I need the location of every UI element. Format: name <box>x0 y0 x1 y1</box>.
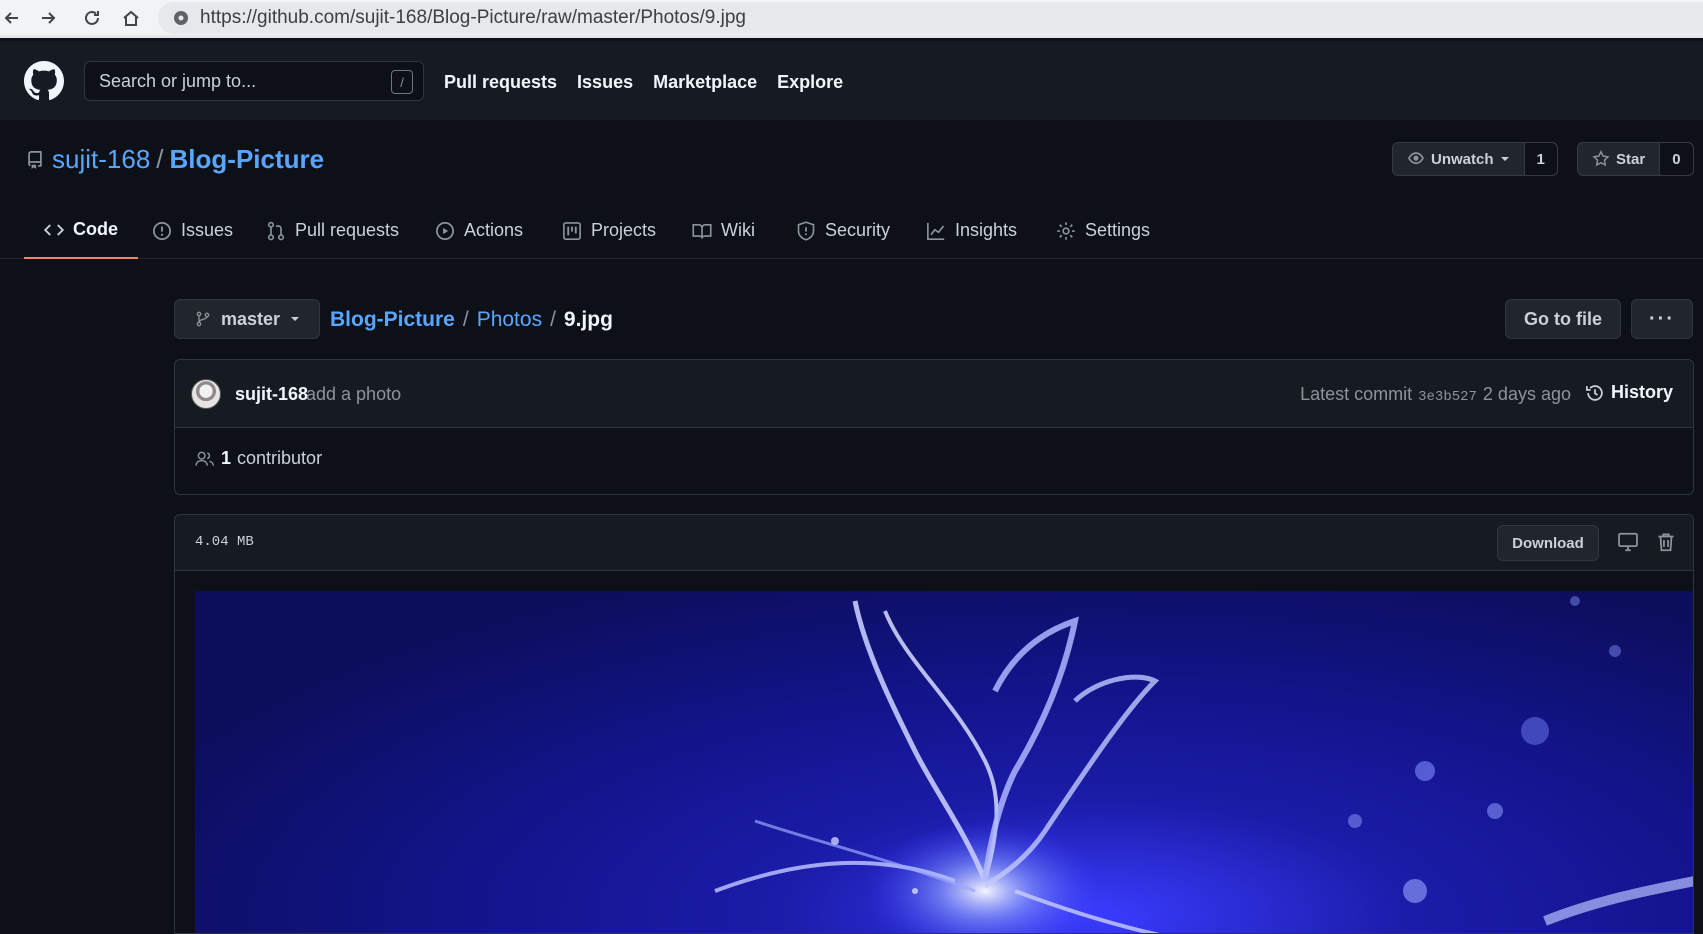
tab-settings[interactable]: Settings <box>1056 202 1150 259</box>
code-icon <box>44 220 64 240</box>
download-button[interactable]: Download <box>1497 525 1599 561</box>
pull-request-icon <box>266 221 286 241</box>
repo-name-link[interactable]: Blog-Picture <box>170 144 325 174</box>
nav-pull-requests[interactable]: Pull requests <box>444 72 557 93</box>
unwatch-label: Unwatch <box>1431 150 1494 168</box>
search-shortcut-key: / <box>391 70 413 94</box>
commit-author-link[interactable]: sujit-168 <box>235 384 308 405</box>
tab-projects[interactable]: Projects <box>562 202 656 259</box>
nav-marketplace[interactable]: Marketplace <box>653 72 757 93</box>
file-header: 4.04 MB Download <box>175 515 1693 571</box>
search-placeholder: Search or jump to... <box>99 70 257 91</box>
avatar[interactable] <box>191 379 221 409</box>
nav-explore[interactable]: Explore <box>777 72 843 93</box>
star-icon <box>1592 150 1610 168</box>
breadcrumb-separator: / <box>462 308 469 331</box>
repo-nav: Code Issues Pull requests Actions Projec… <box>0 202 1703 259</box>
water-splash-image <box>714 596 1693 933</box>
star-count[interactable]: 0 <box>1660 142 1694 176</box>
tab-issues-label: Issues <box>181 220 234 240</box>
project-icon <box>562 221 582 241</box>
global-nav: Pull requests Issues Marketplace Explore <box>444 72 843 93</box>
github-logo-icon[interactable] <box>24 61 64 101</box>
tab-code[interactable]: Code <box>24 202 138 259</box>
tab-pull-requests[interactable]: Pull requests <box>266 202 399 259</box>
tab-insights-label: Insights <box>955 220 1018 240</box>
breadcrumb-folder-link[interactable]: Photos <box>477 308 542 332</box>
commit-meta: Latest commit 3e3b527 2 days ago <box>1300 384 1571 405</box>
tab-settings-label: Settings <box>1085 220 1151 240</box>
unwatch-button[interactable]: Unwatch <box>1392 142 1525 176</box>
breadcrumb-repo-link[interactable]: Blog-Picture <box>330 308 455 332</box>
tab-code-label: Code <box>73 219 118 239</box>
graph-icon <box>926 221 946 241</box>
tab-insights[interactable]: Insights <box>926 202 1017 259</box>
caret-down-icon <box>1500 154 1510 164</box>
breadcrumb-current-file: 9.jpg <box>563 308 613 331</box>
trash-icon[interactable] <box>1655 531 1679 555</box>
commit-info-box: sujit-168 add a photo Latest commit 3e3b… <box>174 359 1694 495</box>
star-button-group: Star 0 <box>1577 142 1694 176</box>
shield-icon <box>796 220 816 241</box>
tab-actions[interactable]: Actions <box>435 202 523 259</box>
more-options-button[interactable]: ··· <box>1631 299 1693 339</box>
nav-issues[interactable]: Issues <box>577 72 633 93</box>
commit-age: 2 days ago <box>1482 384 1571 404</box>
go-to-file-button[interactable]: Go to file <box>1505 299 1621 339</box>
repo-title: sujit-168/Blog-Picture <box>52 144 324 175</box>
watch-count[interactable]: 1 <box>1524 142 1558 176</box>
tab-pull-requests-label: Pull requests <box>295 220 400 240</box>
browser-toolbar: https://github.com/sujit-168/Blog-Pictur… <box>0 0 1703 38</box>
tab-security[interactable]: Security <box>796 202 890 259</box>
history-icon <box>1585 383 1605 403</box>
history-label: History <box>1610 382 1673 402</box>
tab-projects-label: Projects <box>591 220 657 240</box>
issue-icon <box>152 221 172 241</box>
latest-commit-label: Latest commit <box>1300 384 1413 404</box>
github-header: Search or jump to... / Pull requests Iss… <box>0 41 1703 120</box>
gear-icon <box>1056 221 1076 241</box>
tab-actions-label: Actions <box>464 220 524 240</box>
branch-select-button[interactable]: master <box>174 299 320 339</box>
star-button[interactable]: Star <box>1577 142 1661 176</box>
search-input[interactable]: Search or jump to... / <box>84 61 424 101</box>
eye-icon <box>1407 150 1425 168</box>
book-icon <box>692 221 712 241</box>
contributors-link[interactable]: 1 contributor <box>195 448 322 469</box>
address-bar[interactable]: https://github.com/sujit-168/Blog-Pictur… <box>158 2 1703 34</box>
back-icon[interactable] <box>0 6 24 30</box>
repo-owner-link[interactable]: sujit-168 <box>52 144 150 174</box>
tab-issues[interactable]: Issues <box>152 202 233 259</box>
site-info-icon[interactable] <box>172 9 190 27</box>
watch-button-group: Unwatch 1 <box>1392 142 1558 176</box>
forward-icon[interactable] <box>36 6 60 30</box>
home-icon[interactable] <box>119 6 143 30</box>
repo-icon <box>26 150 44 170</box>
tab-security-label: Security <box>825 220 891 240</box>
image-preview <box>195 591 1693 933</box>
desktop-icon[interactable] <box>1617 531 1641 555</box>
file-viewer: 4.04 MB Download <box>174 514 1694 934</box>
star-label: Star <box>1616 150 1646 168</box>
repo-header: sujit-168/Blog-Picture <box>26 144 324 175</box>
history-button[interactable]: History <box>1585 382 1673 403</box>
reload-icon[interactable] <box>80 6 104 30</box>
commit-message-link[interactable]: add a photo <box>306 384 401 405</box>
branch-name: master <box>221 308 281 329</box>
contributors-count: 1 <box>221 448 232 468</box>
people-icon <box>195 450 215 468</box>
breadcrumb-separator: / <box>550 308 556 331</box>
repo-title-separator: / <box>156 144 164 174</box>
play-icon <box>435 221 455 241</box>
commit-sha-link[interactable]: 3e3b527 <box>1418 389 1477 405</box>
file-size: 4.04 MB <box>195 534 254 550</box>
tab-wiki[interactable]: Wiki <box>692 202 755 259</box>
contributors-label: contributor <box>237 448 323 468</box>
git-branch-icon <box>195 310 211 328</box>
tab-wiki-label: Wiki <box>721 220 755 240</box>
latest-commit-row: sujit-168 add a photo Latest commit 3e3b… <box>175 360 1693 428</box>
url-text: https://github.com/sujit-168/Blog-Pictur… <box>200 7 746 28</box>
caret-down-icon <box>290 314 300 324</box>
breadcrumb: Blog-Picture / Photos / 9.jpg <box>330 308 613 332</box>
